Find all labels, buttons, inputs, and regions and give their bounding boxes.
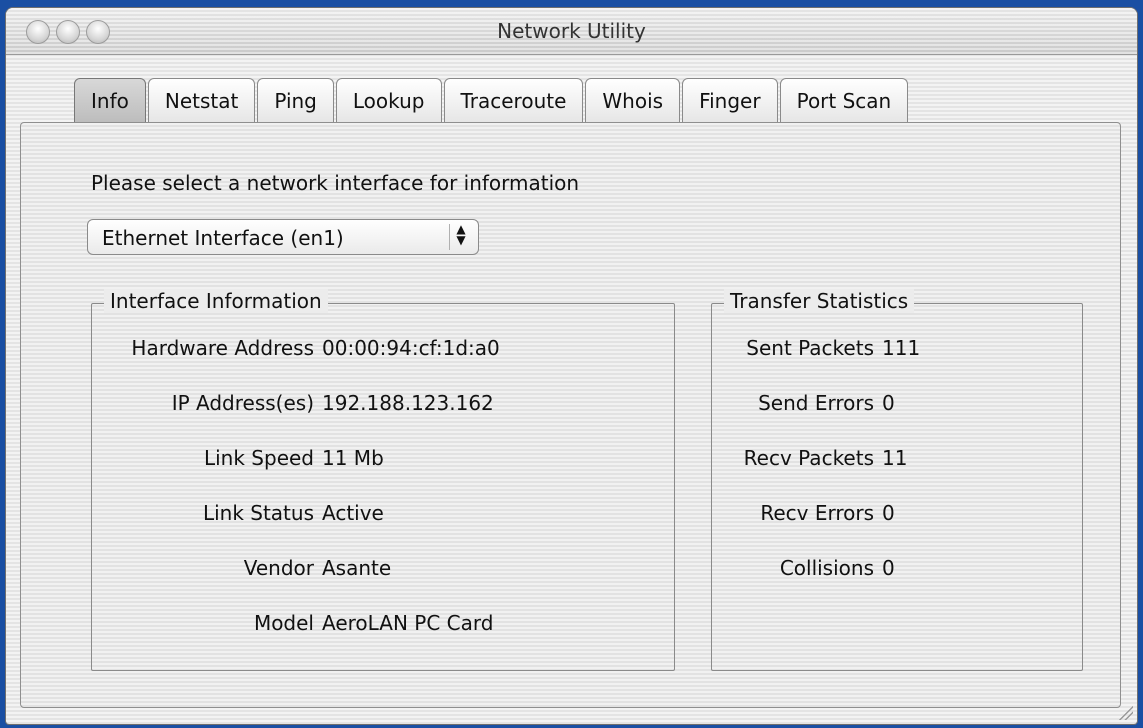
row-value: Asante [322,556,392,580]
row-label: Vendor [243,556,314,580]
tab-info[interactable]: Info [74,78,146,122]
transfer-statistics-group: Transfer Statistics Sent Packets 111 Send… [711,289,1083,671]
ip-address-row: IP Address(es) 192.188.123.162 [106,391,494,415]
tab-traceroute[interactable]: Traceroute [443,78,584,122]
info-tab-panel: Please select a network interface for in… [20,122,1121,708]
row-value: 0 [882,556,895,580]
tab-bar: Info Netstat Ping Lookup Traceroute Whoi… [74,78,910,124]
vendor-row: Vendor Asante [106,556,391,580]
interface-select-value: Ethernet Interface (en1) [102,226,344,250]
interface-select[interactable]: Ethernet Interface (en1) ▲ ▼ [87,219,479,255]
row-label: Model [253,611,314,635]
link-speed-row: Link Speed 11 Mb [106,446,384,470]
row-value: 0 [882,391,895,415]
recv-errors-row: Recv Errors 0 [726,501,895,525]
row-label: IP Address(es) [171,391,314,415]
row-label: Link Status [202,501,314,525]
tab-lookup[interactable]: Lookup [335,78,442,122]
row-value: 11 [882,446,908,470]
row-value: Active [322,501,384,525]
row-value: 0 [882,501,895,525]
row-label: Collisions [779,556,874,580]
sent-packets-row: Sent Packets 111 [726,336,920,360]
tab-ping[interactable]: Ping [257,78,334,122]
interface-prompt: Please select a network interface for in… [91,171,580,195]
title-bar[interactable]: Network Utility [6,8,1137,55]
recv-packets-row: Recv Packets 11 [726,446,908,470]
row-value: AeroLAN PC Card [322,611,494,635]
row-label: Hardware Address [131,336,314,360]
collisions-row: Collisions 0 [726,556,895,580]
row-label: Recv Packets [743,446,874,470]
row-label: Sent Packets [746,336,874,360]
popup-arrows-icon: ▲ ▼ [449,223,472,250]
row-label: Link Speed [203,446,314,470]
row-label: Recv Errors [760,501,874,525]
send-errors-row: Send Errors 0 [726,391,895,415]
model-row: Model AeroLAN PC Card [106,611,494,635]
link-status-row: Link Status Active [106,501,384,525]
tab-port-scan[interactable]: Port Scan [779,78,909,122]
tab-netstat[interactable]: Netstat [147,78,256,122]
row-value: 192.188.123.162 [322,391,494,415]
resize-grip-icon[interactable] [1117,704,1133,720]
tab-finger[interactable]: Finger [682,78,778,122]
tab-whois[interactable]: Whois [585,78,681,122]
row-value: 11 Mb [322,446,384,470]
network-utility-window: Network Utility Info Netstat Ping Lookup… [6,8,1137,724]
window-title: Network Utility [497,19,646,43]
row-value: 00:00:94:cf:1d:a0 [322,336,500,360]
hardware-address-row: Hardware Address 00:00:94:cf:1d:a0 [106,336,500,360]
interface-information-title: Interface Information [104,289,328,313]
row-value: 111 [882,336,921,360]
interface-information-group: Interface Information Hardware Address 00… [91,289,675,671]
transfer-statistics-title: Transfer Statistics [724,289,915,313]
row-label: Send Errors [758,391,874,415]
